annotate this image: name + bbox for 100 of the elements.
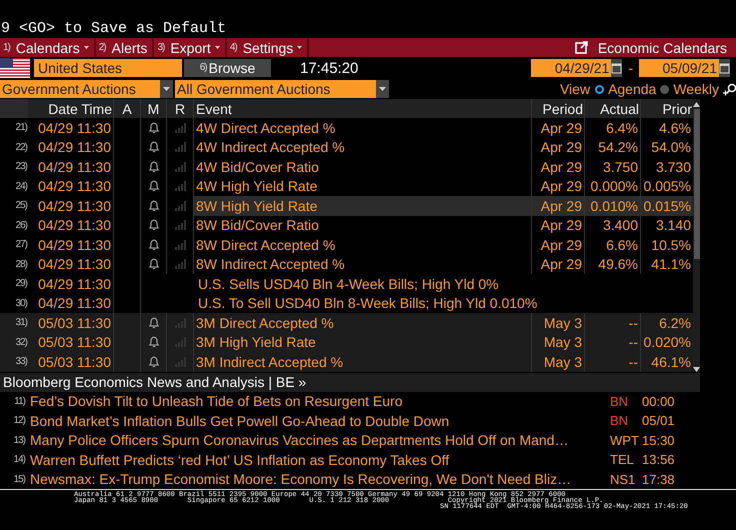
table-row[interactable]: 28) 04/29 11:30 8W Indirect Accepted % Apr 29 49.6% 41.1% xyxy=(0,254,693,274)
date-field[interactable]: 05/09/21 xyxy=(639,59,719,77)
column-header[interactable]: R xyxy=(167,99,194,118)
table-cell-text: 8W Bid/Cover Ratio xyxy=(195,216,320,235)
table-cell-text: 41.1% xyxy=(650,255,692,274)
scroll-thumb[interactable] xyxy=(694,109,700,259)
table-cell-text: 6.2% xyxy=(658,314,692,332)
table-cell: 04/29 11:30 xyxy=(28,274,114,294)
news-source: NS1 xyxy=(610,472,636,487)
command-line[interactable]: 9 <GO> to Save as Default xyxy=(0,19,226,38)
caret-icon xyxy=(297,46,302,49)
table-cell: 3.750 xyxy=(585,157,641,176)
external-link-icon xyxy=(574,41,588,54)
news-time: 13:56 xyxy=(641,452,676,468)
scrollbar[interactable] xyxy=(693,99,700,372)
menu-button[interactable]: 2) Alerts xyxy=(96,38,154,57)
date-field[interactable]: 04/29/21 xyxy=(531,59,612,77)
screen-title: Economic Calendars xyxy=(598,40,727,56)
news-source: WPT xyxy=(610,432,640,448)
table-cell: 04/29 11:30 xyxy=(28,118,114,138)
table-cell-text: 3.730 xyxy=(654,158,692,176)
row-number: 24) xyxy=(14,180,28,194)
news-headline[interactable]: Fed’s Dovish Tilt to Unleash Tide of Bets on Resurgent Euro xyxy=(30,393,610,410)
radio-label[interactable]: Agenda xyxy=(608,81,656,97)
table-cell: 04/29 11:30 xyxy=(28,157,114,176)
news-header[interactable]: Bloomberg Economics News and Analysis | BE » xyxy=(0,372,700,392)
table-cell-text: 0.020% xyxy=(642,333,692,352)
table-cell-text: 3M Indirect Accepted % xyxy=(195,352,344,372)
relevance-bars-icon xyxy=(174,160,186,173)
bell-icon xyxy=(148,160,160,173)
calendar-icon xyxy=(611,62,622,74)
table-cell: Apr 29 xyxy=(531,216,585,235)
column-header[interactable]: A xyxy=(114,99,141,118)
table-cell: Apr 29 xyxy=(531,157,585,176)
news-time: 17:38 xyxy=(641,472,676,487)
table-row[interactable]: 26) 04/29 11:30 8W Bid/Cover Ratio Apr 29 3.400 3.140 xyxy=(0,216,693,235)
table-row[interactable]: 33) 05/03 11:30 3M Indirect Accepted % May 3 -- 46.1% xyxy=(0,352,693,372)
menu-button[interactable]: 4) Settings xyxy=(226,38,310,57)
country-field[interactable]: United States xyxy=(34,59,182,77)
scroll-up-icon xyxy=(693,102,700,107)
table-cell: 3.400 xyxy=(585,216,641,235)
table-row[interactable]: 32) 05/03 11:30 3M High Yield Rate May 3 -- 0.020% xyxy=(0,332,693,352)
menu-button[interactable]: 3) Export xyxy=(154,38,227,57)
dropdown[interactable]: All Government Auctions xyxy=(175,80,389,98)
row-number: 32) xyxy=(14,336,28,350)
headline-link[interactable]: U.S. To Sell USD40 Bln 8-Week Bills; High Yld 0.010% xyxy=(194,294,694,313)
row-number: 13) xyxy=(12,434,26,446)
row-number: 14) xyxy=(12,454,26,466)
table-cell: Apr 29 xyxy=(531,254,585,274)
column-header[interactable]: Period xyxy=(531,99,585,118)
row-number: 33) xyxy=(14,355,28,370)
radio-button[interactable] xyxy=(660,84,670,94)
news-headline[interactable]: Many Police Officers Spurn Coronavirus Vaccines as Departments Hold Off on Mand… xyxy=(30,432,610,448)
news-source: TEL xyxy=(610,452,635,468)
news-headline[interactable]: Bond Market’s Inflation Bulls Get Powell Go-Ahead to Double Down xyxy=(30,412,610,429)
news-time: 15:30 xyxy=(641,432,676,448)
table-row[interactable]: 25) 04/29 11:30 8W High Yield Rate Apr 29 0.010% 0.015% xyxy=(0,196,693,216)
table-cell: 6.4% xyxy=(585,118,641,138)
bell-icon xyxy=(148,219,160,232)
table-cell: 04/29 11:30 xyxy=(28,196,114,216)
table-row[interactable]: 23) 04/29 11:30 4W Bid/Cover Ratio Apr 29 3.750 3.730 xyxy=(0,157,693,176)
table-row[interactable]: 27) 04/29 11:30 8W Direct Accepted % Apr 29 6.6% 10.5% xyxy=(0,235,693,254)
row-number: 30) xyxy=(14,296,28,311)
table-row[interactable]: 31) 05/03 11:30 3M Direct Accepted % May 3 -- 6.2% xyxy=(0,313,693,332)
table-cell: 6.6% xyxy=(585,235,641,254)
row-number: 11) xyxy=(13,396,26,407)
column-header[interactable]: Actual xyxy=(585,99,641,118)
table-cell: 0.015% xyxy=(641,196,693,216)
table-cell-text: 4W Direct Accepted % xyxy=(195,118,336,138)
table-row[interactable]: 22) 04/29 11:30 4W Indirect Accepted % Apr 29 54.2% 54.0% xyxy=(0,138,693,157)
radio-button[interactable] xyxy=(595,84,604,94)
bell-icon xyxy=(148,122,160,134)
column-header[interactable]: M xyxy=(141,99,167,118)
bell-icon xyxy=(148,258,160,270)
table-cell-text: 3M High Yield Rate xyxy=(195,333,317,352)
dropdown[interactable]: Government Auctions xyxy=(0,80,173,98)
relevance-bars-icon xyxy=(174,238,186,251)
row-number: 31) xyxy=(14,316,28,330)
news-headline[interactable]: Newsmax: Ex-Trump Economist Moore: Economy Is Recovering, We Don't Need Bliz… xyxy=(30,471,610,488)
radio-label[interactable]: Weekly xyxy=(673,81,719,97)
table-cell: 04/29 11:30 xyxy=(28,176,114,196)
table-cell: 04/29 11:30 xyxy=(28,216,114,235)
column-header[interactable]: Date Time xyxy=(28,99,114,118)
table-row[interactable]: 29) 04/29 11:30 U.S. Sells USD40 Bln 4-Week Bills; High Yld 0% xyxy=(0,274,693,294)
table-row[interactable]: 21) 04/29 11:30 4W Direct Accepted % Apr 29 6.4% 4.6% xyxy=(0,118,693,138)
news-time: 00:00 xyxy=(641,394,676,409)
column-header[interactable]: Event xyxy=(194,99,531,118)
headline-link[interactable]: U.S. Sells USD40 Bln 4-Week Bills; High Yld 0% xyxy=(194,274,694,294)
news-headline[interactable]: Warren Buffett Predicts ‘red Hot’ US Inflation as Economy Takes Off xyxy=(30,452,610,468)
relevance-bars-icon xyxy=(174,122,186,134)
date-separator: - xyxy=(628,60,633,76)
bell-icon xyxy=(148,336,160,348)
caret-icon xyxy=(379,87,386,91)
row-number: 28) xyxy=(14,258,28,272)
table-cell: Apr 29 xyxy=(531,196,585,216)
us-flag-icon xyxy=(0,58,30,78)
column-header[interactable]: Prior xyxy=(641,99,693,118)
table-cell-text: 0.005% xyxy=(642,177,692,196)
news-source: BN xyxy=(610,394,630,409)
add-search-icon xyxy=(723,82,736,96)
